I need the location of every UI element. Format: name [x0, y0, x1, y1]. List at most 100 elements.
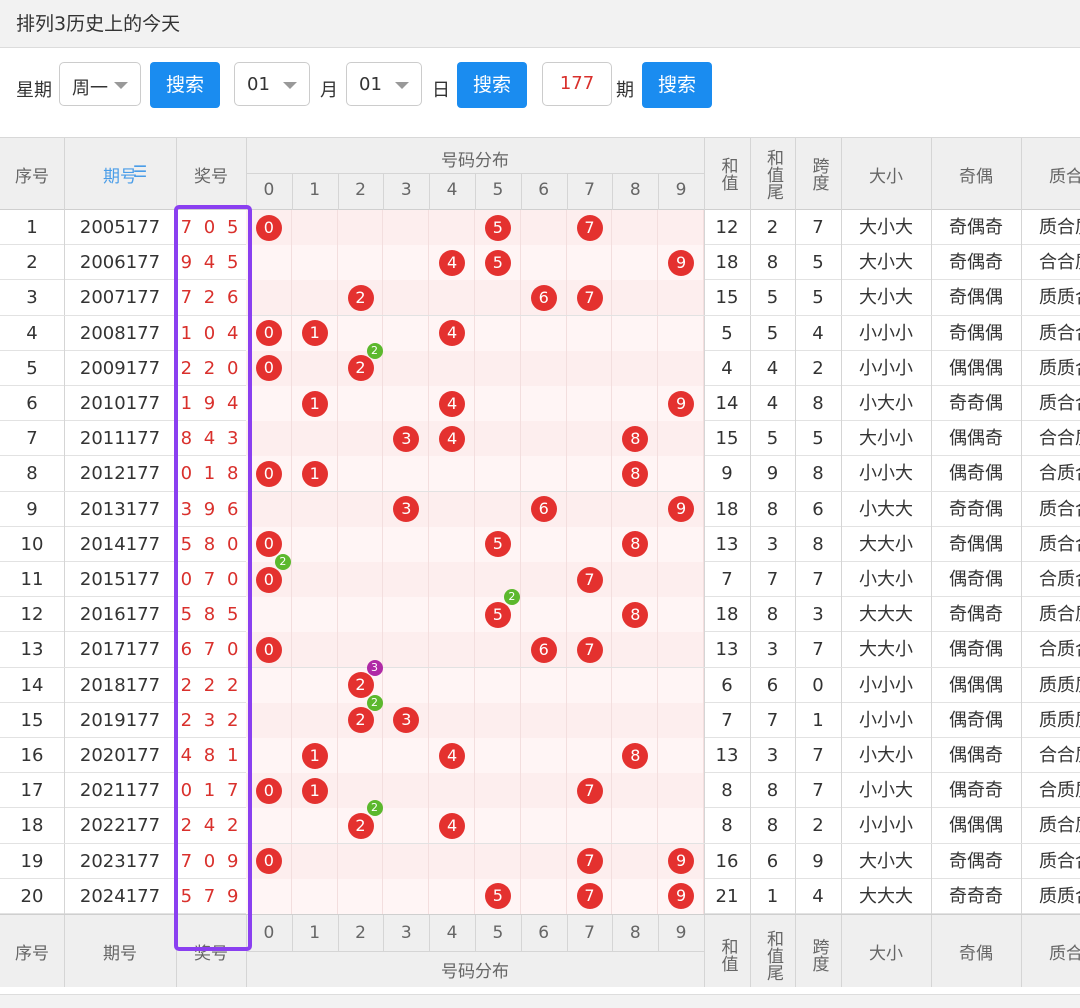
- header-seq: 序号: [15, 167, 49, 187]
- cell-prize: 5 7 9: [180, 885, 242, 907]
- cell-pc: 质合合: [1039, 393, 1080, 414]
- cell-prize: 3 9 6: [180, 498, 242, 520]
- history-table: 序号 期号 ☰ 奖号 和值 和值尾 跨度 大小 奇偶 质合 号码分布 0 1 2 3 4 5 6 7 8 9 1 2005…: [0, 137, 1080, 987]
- cell-size: 小小小: [859, 674, 913, 696]
- dist-cell: [567, 421, 613, 457]
- cell-tail: 8: [766, 252, 779, 274]
- dist-cell: [429, 667, 475, 703]
- table-row: 4 2008177 1 0 4 01 4 5 5 4 小小小 奇偶偶 质合合: [0, 315, 1080, 351]
- number-distribution: 01 7: [246, 773, 704, 809]
- table-row: 1 2005177 7 0 5 0 5 7 12 2 7 大小大 奇偶奇 质合质: [0, 210, 1080, 246]
- header-sum-tail: 和值尾: [763, 148, 783, 200]
- dist-cell: [383, 526, 430, 562]
- dist-cell: [383, 386, 430, 421]
- header-issue: 期号: [103, 944, 137, 964]
- cell-issue: 2024177: [79, 885, 161, 907]
- cell-sum: 14: [715, 393, 739, 414]
- cell-tail: 8: [766, 498, 779, 520]
- number-ball: 1: [301, 320, 328, 347]
- dist-cell: [567, 315, 613, 351]
- number-distribution: 0 67: [246, 632, 704, 668]
- sort-icon[interactable]: ☰: [130, 162, 150, 181]
- dist-cell: [658, 280, 704, 316]
- header-prize: 奖号: [194, 167, 228, 187]
- cell-issue: 2013177: [79, 498, 161, 520]
- dist-cell: [383, 350, 430, 386]
- dist-cell: [521, 702, 567, 738]
- number-ball: 6: [530, 496, 557, 523]
- table-row: 1320171776 7 00671337大大小偶奇偶合质合: [0, 632, 1080, 668]
- cell-sum: 13: [715, 639, 739, 661]
- number-ball: 6: [530, 636, 557, 663]
- cell-prize: 7 0 5: [180, 217, 242, 238]
- weekday-select[interactable]: 周一: [59, 62, 141, 106]
- dist-cell: [429, 210, 475, 245]
- header-digit: 9: [675, 923, 687, 943]
- cell-tail: 8: [766, 604, 779, 626]
- cell-seq: 13: [20, 639, 44, 661]
- dist-cell: [429, 526, 475, 562]
- cell-size: 小大小: [859, 393, 913, 414]
- search-weekday-button[interactable]: 搜索: [150, 62, 220, 108]
- repeat-count-badge: 2: [366, 694, 383, 711]
- title-bar: 排列3历史上的今天: [0, 0, 1080, 48]
- cell-size: 小大小: [859, 569, 913, 590]
- cell-seq: 2: [26, 252, 38, 274]
- digit-divider: [520, 915, 522, 951]
- issue-label: 期: [616, 80, 634, 101]
- number-ball: 6: [530, 284, 557, 311]
- dist-cell: [475, 280, 521, 316]
- dist-cell: [612, 702, 659, 738]
- dist-cell: [658, 808, 704, 844]
- month-select[interactable]: 01: [234, 62, 310, 106]
- month-label: 月: [320, 80, 338, 101]
- dist-cell: [521, 210, 567, 245]
- header-dist-title: 号码分布: [441, 151, 509, 171]
- cell-issue: 2017177: [79, 639, 161, 661]
- header-digit: 6: [538, 923, 550, 943]
- cell-tail: 3: [766, 745, 779, 766]
- number-distribution: 01 8: [246, 456, 704, 492]
- dist-cell: [246, 421, 292, 457]
- dist-cell: [383, 280, 430, 316]
- cell-sum: 13: [715, 533, 739, 555]
- table-row: 1720211770 1 7017887小小大偶奇奇合质质: [0, 773, 1080, 809]
- day-select[interactable]: 01: [346, 62, 422, 106]
- number-ball: 4: [439, 390, 466, 417]
- cell-span: 5: [812, 428, 824, 450]
- repeat-count-badge: 2: [274, 554, 291, 570]
- cell-seq: 18: [20, 815, 44, 837]
- cell-oe: 偶奇奇: [949, 780, 1003, 802]
- cell-size: 小小大: [859, 780, 913, 802]
- number-ball: 0: [255, 531, 282, 558]
- cell-span: 4: [812, 885, 824, 907]
- cell-size: 大大小: [859, 533, 913, 555]
- dist-cell: [246, 597, 292, 633]
- cell-seq: 14: [20, 674, 44, 696]
- dist-cell: [383, 210, 430, 245]
- cell-span: 5: [812, 252, 824, 274]
- dist-cell: [246, 280, 292, 316]
- table-header: 序号 期号 ☰ 奖号 和值 和值尾 跨度 大小 奇偶 质合 号码分布 0 1 2 3 4 5 6 7 8 9: [0, 138, 1080, 212]
- digit-divider: [658, 174, 660, 210]
- dist-cell: [658, 315, 704, 351]
- number-ball: 0: [255, 566, 282, 593]
- digit-divider: [429, 174, 431, 210]
- search-date-button[interactable]: 搜索: [457, 62, 527, 108]
- number-distribution: 579: [246, 878, 704, 914]
- cell-prize: 9 4 5: [180, 252, 242, 274]
- dist-cell: [292, 632, 338, 668]
- number-distribution: 02 7: [246, 554, 704, 597]
- cell-issue: 2007177: [79, 287, 161, 309]
- issue-input[interactable]: 177: [542, 62, 612, 106]
- cell-prize: 1 0 4: [180, 322, 242, 344]
- dist-cell: [612, 350, 659, 386]
- digit-divider: [429, 915, 431, 951]
- cell-pc: 质合合: [1039, 533, 1080, 555]
- number-ball: 7: [576, 636, 603, 663]
- cell-issue: 2020177: [79, 745, 161, 766]
- cell-issue: 2009177: [79, 357, 161, 379]
- cell-oe: 奇偶奇: [949, 850, 1003, 872]
- dist-cell: [292, 210, 338, 245]
- search-issue-button[interactable]: 搜索: [642, 62, 712, 108]
